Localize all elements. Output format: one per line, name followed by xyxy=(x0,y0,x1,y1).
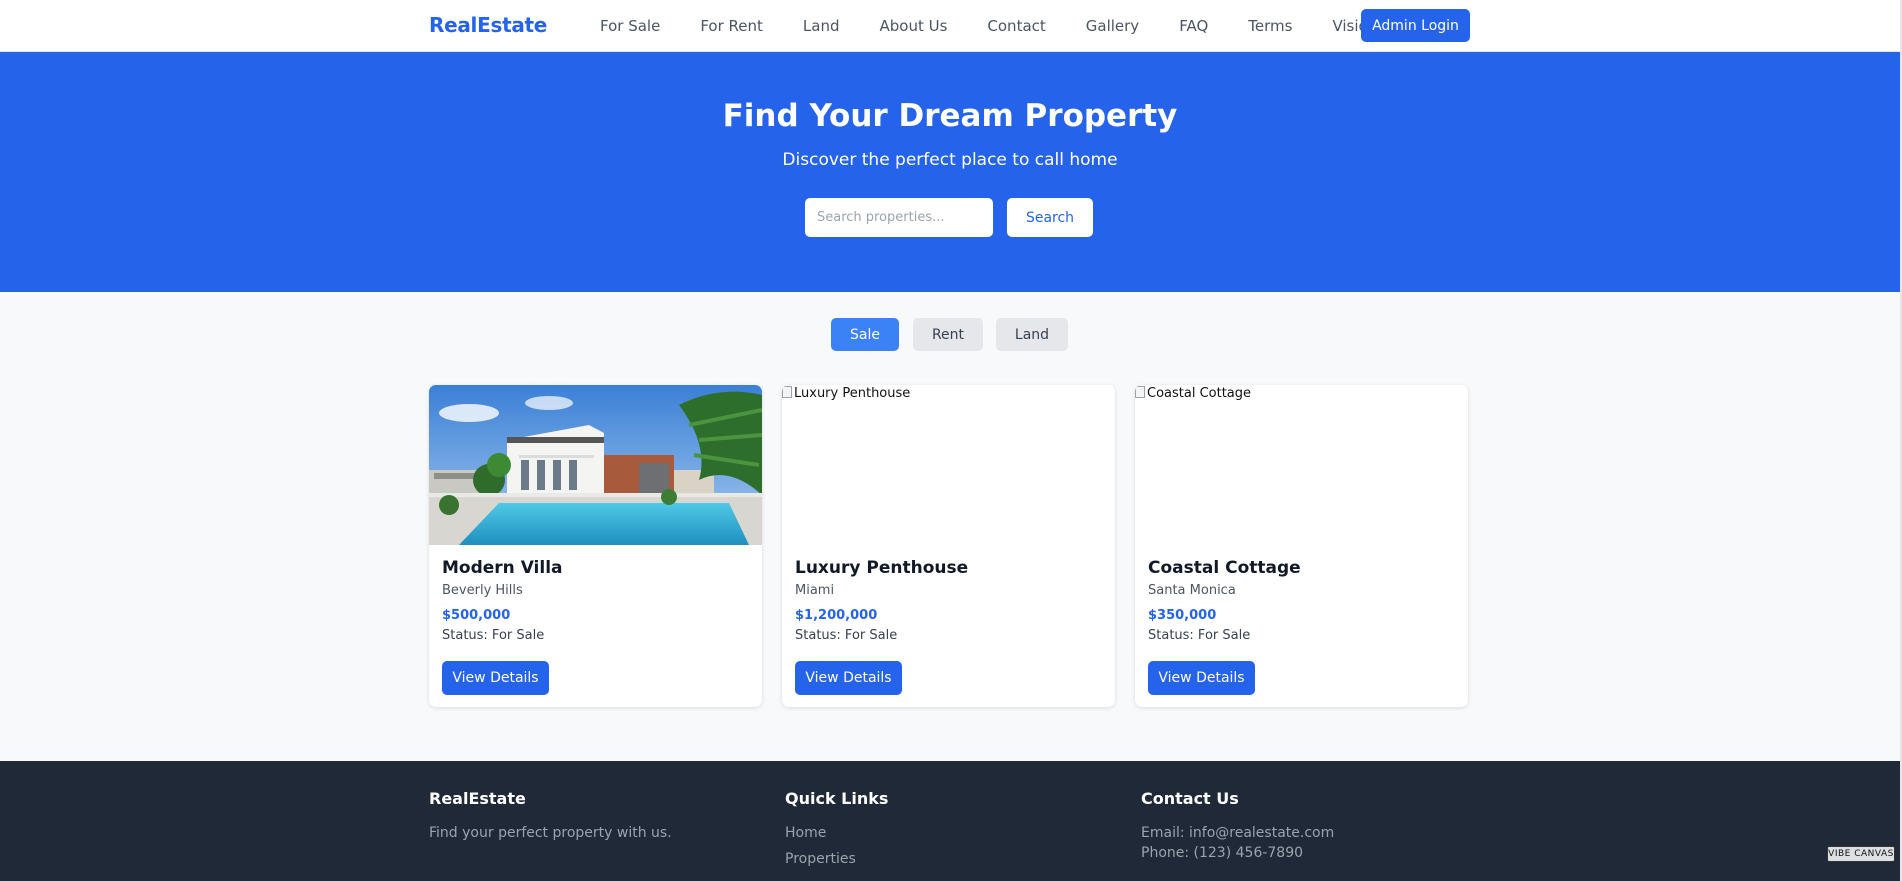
property-price: $1,200,000 xyxy=(795,608,878,623)
nav-links: For Sale For Rent Land About Us Contact … xyxy=(600,0,1417,52)
view-details-button[interactable]: View Details xyxy=(442,661,549,695)
nav-link-for-rent[interactable]: For Rent xyxy=(700,17,763,35)
image-alt-label: Luxury Penthouse xyxy=(794,386,911,401)
hero-subtitle: Discover the perfect place to call home xyxy=(782,150,1118,170)
property-card: Luxury Penthouse Luxury Penthouse Miami … xyxy=(782,385,1115,707)
footer-brand: RealEstate xyxy=(429,789,526,808)
nav-link-faq[interactable]: FAQ xyxy=(1179,17,1208,35)
nav-link-contact[interactable]: Contact xyxy=(987,17,1045,35)
property-status: Status: For Sale xyxy=(442,628,545,643)
image-alt-label: Coastal Cottage xyxy=(1147,386,1252,401)
filter-land-button[interactable]: Land xyxy=(996,318,1068,351)
footer-link-home[interactable]: Home xyxy=(785,825,826,841)
footer-email: Email: info@realestate.com xyxy=(1141,825,1335,841)
brand-logo[interactable]: RealEstate xyxy=(429,13,547,37)
property-title: Coastal Cottage xyxy=(1148,558,1301,578)
footer-quick-links-title: Quick Links xyxy=(785,789,889,808)
image-alt-text: Coastal Cottage xyxy=(1135,386,1251,401)
top-navbar: RealEstate For Sale For Rent Land About … xyxy=(0,0,1900,52)
search-input[interactable] xyxy=(805,198,993,237)
nav-link-gallery[interactable]: Gallery xyxy=(1086,17,1139,35)
footer-tagline: Find your perfect property with us. xyxy=(429,825,672,841)
broken-image-coastal-cottage: Coastal Cottage xyxy=(1135,385,1468,545)
property-card: Modern Villa Beverly Hills $500,000 Stat… xyxy=(429,385,762,707)
hero-banner: Find Your Dream Property Discover the pe… xyxy=(0,52,1900,292)
broken-image-icon xyxy=(1135,386,1145,398)
property-card: Coastal Cottage Coastal Cottage Santa Mo… xyxy=(1135,385,1468,707)
property-price: $350,000 xyxy=(1148,608,1217,623)
property-price: $500,000 xyxy=(442,608,511,623)
property-location: Miami xyxy=(795,583,835,598)
property-location: Beverly Hills xyxy=(442,583,523,598)
image-alt-text: Luxury Penthouse xyxy=(782,386,910,401)
broken-image-luxury-penthouse: Luxury Penthouse xyxy=(782,385,1115,545)
property-title: Luxury Penthouse xyxy=(795,558,969,578)
nav-link-terms[interactable]: Terms xyxy=(1248,17,1292,35)
broken-image-icon xyxy=(782,386,792,398)
property-photo-modern-villa xyxy=(429,385,762,545)
watermark-badge: VIBE CANVAS xyxy=(1827,846,1895,862)
property-title: Modern Villa xyxy=(442,558,563,578)
admin-login-button[interactable]: Admin Login xyxy=(1361,9,1470,42)
property-status: Status: For Sale xyxy=(795,628,898,643)
nav-link-land[interactable]: Land xyxy=(803,17,840,35)
property-status: Status: For Sale xyxy=(1148,628,1251,643)
nav-link-for-sale[interactable]: For Sale xyxy=(600,17,660,35)
footer-phone: Phone: (123) 456-7890 xyxy=(1141,845,1304,861)
view-details-button[interactable]: View Details xyxy=(795,661,902,695)
view-details-button[interactable]: View Details xyxy=(1148,661,1255,695)
hero-title: Find Your Dream Property xyxy=(722,98,1178,134)
nav-link-about-us[interactable]: About Us xyxy=(879,17,947,35)
search-button[interactable]: Search xyxy=(1007,198,1093,237)
filter-sale-button[interactable]: Sale xyxy=(831,318,899,351)
property-location: Santa Monica xyxy=(1148,583,1236,598)
filter-rent-button[interactable]: Rent xyxy=(913,318,983,351)
footer-contact-title: Contact Us xyxy=(1141,789,1239,808)
site-footer: RealEstate Find your perfect property wi… xyxy=(0,761,1900,881)
footer-link-properties[interactable]: Properties xyxy=(785,851,856,867)
